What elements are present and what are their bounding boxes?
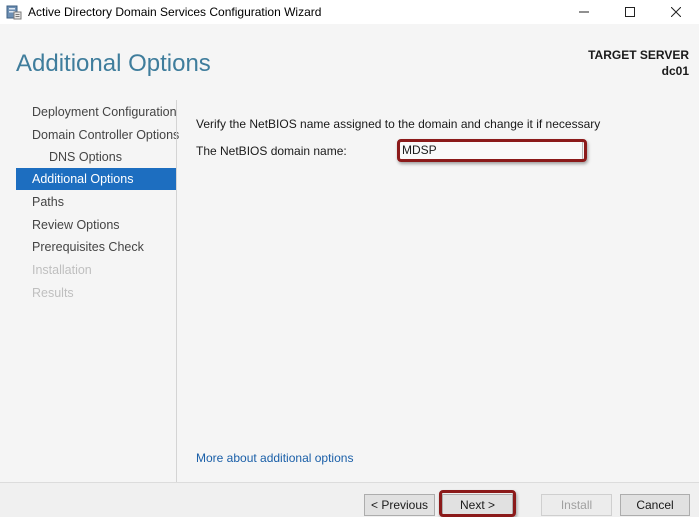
netbios-name-input[interactable] [398,140,583,160]
target-server-name: dc01 [661,64,689,78]
next-button[interactable]: Next > [442,494,513,516]
nav-item-paths[interactable]: Paths [16,191,176,213]
nav-item-review-options[interactable]: Review Options [16,214,176,236]
nav-item-deployment-configuration[interactable]: Deployment Configuration [16,101,177,123]
nav-item-installation: Installation [32,263,92,277]
close-icon [671,7,681,17]
server-manager-icon [6,4,22,20]
close-button[interactable] [653,0,699,24]
minimize-icon [579,11,589,13]
nav-item-additional-options[interactable]: Additional Options [16,168,176,190]
wizard-nav: Deployment Configuration Domain Controll… [16,100,179,482]
nav-item-prerequisites-check[interactable]: Prerequisites Check [16,236,176,258]
title-bar: Active Directory Domain Services Configu… [0,0,699,24]
install-button: Install [541,494,612,516]
nav-item-results: Results [32,286,74,300]
target-server-label: TARGET SERVER [588,48,689,62]
window-title: Active Directory Domain Services Configu… [28,5,322,19]
nav-item-domain-controller-options[interactable]: Domain Controller Options [16,124,179,146]
wizard-header: Additional Options TARGET SERVER dc01 [0,24,699,96]
cancel-button[interactable]: Cancel [620,494,690,516]
maximize-button[interactable] [607,0,653,24]
netbios-label: The NetBIOS domain name: [196,144,347,158]
nav-item-dns-options[interactable]: DNS Options [16,146,176,168]
maximize-icon [625,7,635,17]
more-about-link[interactable]: More about additional options [196,451,353,465]
instruction-text: Verify the NetBIOS name assigned to the … [196,117,601,131]
nav-divider [176,100,177,482]
page-title: Additional Options [16,50,211,77]
previous-button[interactable]: < Previous [364,494,435,516]
minimize-button[interactable] [561,0,607,24]
